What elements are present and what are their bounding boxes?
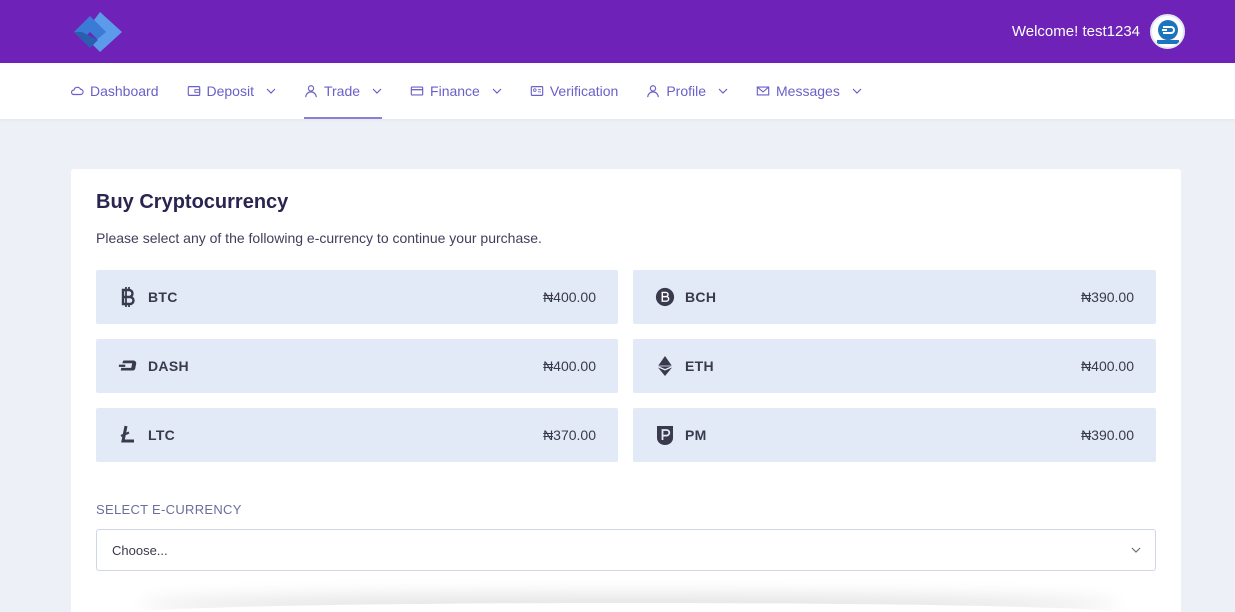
cloud-icon bbox=[70, 86, 84, 96]
select-value: Choose... bbox=[112, 542, 168, 558]
page-title: Buy Cryptocurrency bbox=[96, 191, 289, 213]
coin-price: ₦400.00 bbox=[543, 289, 596, 305]
nav-profile[interactable]: Profile bbox=[646, 63, 728, 119]
page-subtitle: Please select any of the following e-cur… bbox=[96, 230, 542, 246]
user-icon bbox=[647, 85, 660, 98]
user-menu[interactable]: Welcome! test1234 bbox=[1012, 14, 1185, 49]
chevron-down-icon bbox=[266, 88, 276, 94]
litecoin-icon bbox=[118, 424, 138, 446]
coin-option-dash[interactable]: DASH ₦400.00 bbox=[96, 339, 618, 393]
nav-dashboard-label: Dashboard bbox=[90, 83, 159, 99]
welcome-text: Welcome! test1234 bbox=[1011, 23, 1140, 40]
user-icon bbox=[305, 85, 317, 98]
dash-logo-icon bbox=[1156, 19, 1179, 44]
ethereum-icon bbox=[655, 355, 675, 377]
chevron-down-icon bbox=[718, 88, 728, 94]
coin-option-btc[interactable]: BTC ₦400.00 bbox=[96, 270, 618, 324]
logo[interactable] bbox=[70, 10, 126, 54]
coin-option-ltc[interactable]: LTC ₦370.00 bbox=[96, 408, 618, 462]
chevron-down-icon bbox=[492, 88, 502, 94]
coin-price: ₦370.00 bbox=[543, 427, 596, 443]
nav-dashboard[interactable]: Dashboard bbox=[70, 63, 159, 119]
ecurrency-select[interactable]: Choose... bbox=[96, 529, 1156, 571]
coin-name: ETH bbox=[685, 358, 714, 374]
nav-finance[interactable]: Finance bbox=[410, 63, 502, 119]
nav-finance-label: Finance bbox=[430, 83, 480, 99]
bitcoin-icon bbox=[118, 286, 138, 308]
dash-icon bbox=[118, 355, 138, 377]
chevron-down-icon bbox=[852, 88, 862, 94]
main-nav: Dashboard Deposit Trade Finance Verifica… bbox=[0, 63, 1235, 119]
coin-name: LTC bbox=[148, 427, 176, 443]
chevron-down-icon bbox=[1131, 547, 1141, 553]
nav-verification[interactable]: Verification bbox=[530, 63, 618, 119]
nav-trade[interactable]: Trade bbox=[303, 63, 383, 119]
select-ecurrency-label: SELECT E-CURRENCY bbox=[96, 502, 242, 517]
envelope-icon bbox=[756, 86, 770, 96]
avatar[interactable] bbox=[1150, 14, 1185, 49]
nav-deposit[interactable]: Deposit bbox=[187, 63, 276, 119]
chevron-down-icon bbox=[372, 88, 382, 94]
nav-profile-label: Profile bbox=[666, 83, 707, 99]
perfect-money-icon bbox=[655, 424, 675, 446]
card-icon bbox=[410, 86, 424, 96]
nav-trade-label: Trade bbox=[323, 83, 361, 99]
nav-messages[interactable]: Messages bbox=[756, 63, 862, 119]
wallet-icon bbox=[187, 86, 200, 96]
coin-name: PM bbox=[685, 427, 707, 443]
coin-grid: BTC ₦400.00 BCH ₦390.00 DASH ₦400.00 ETH… bbox=[96, 270, 1156, 462]
coin-name: BCH bbox=[685, 289, 717, 305]
coin-price: ₦400.00 bbox=[543, 358, 596, 374]
buy-crypto-card: Buy Cryptocurrency Please select any of … bbox=[71, 169, 1181, 612]
nav-messages-label: Messages bbox=[776, 83, 840, 99]
coin-price: ₦390.00 bbox=[1081, 289, 1134, 305]
coin-name: DASH bbox=[148, 358, 189, 374]
nav-verification-label: Verification bbox=[549, 83, 619, 99]
bitcoin-cash-icon bbox=[655, 286, 675, 308]
top-bar: Welcome! test1234 bbox=[0, 0, 1235, 63]
coin-option-bch[interactable]: BCH ₦390.00 bbox=[633, 270, 1156, 324]
coin-price: ₦390.00 bbox=[1081, 427, 1134, 443]
coin-option-eth[interactable]: ETH ₦400.00 bbox=[633, 339, 1156, 393]
coin-price: ₦400.00 bbox=[1081, 358, 1134, 374]
id-card-icon bbox=[530, 86, 544, 96]
coin-option-pm[interactable]: PM ₦390.00 bbox=[633, 408, 1156, 462]
logo-icon bbox=[74, 11, 122, 52]
coin-name: BTC bbox=[148, 289, 178, 305]
nav-deposit-label: Deposit bbox=[206, 83, 254, 99]
